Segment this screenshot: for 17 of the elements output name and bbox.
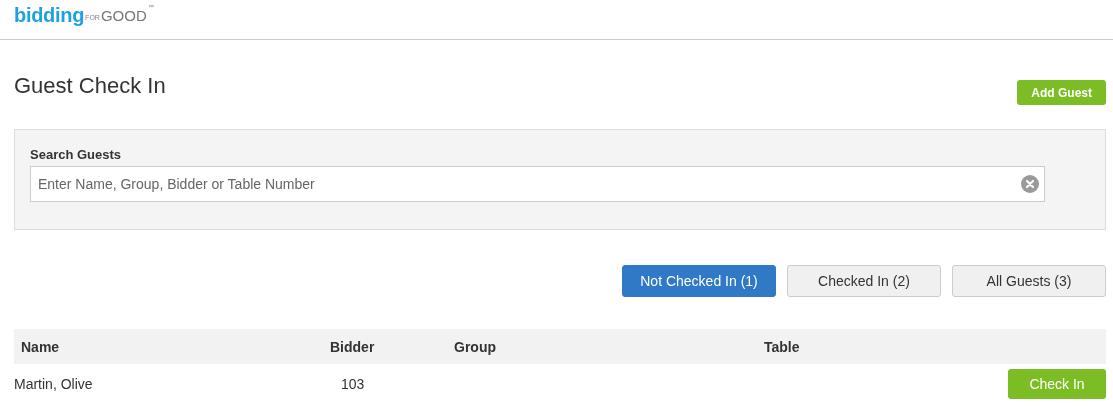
search-field[interactable]: Enter Name, Group, Bidder or Table Number [30,166,1045,202]
clear-icon[interactable] [1021,175,1039,193]
check-in-button[interactable]: Check In [1008,369,1106,399]
table-cell-text: 103 [340,376,366,392]
logo-wordmark: bidding [14,4,85,27]
search-label: Search Guests [30,147,123,162]
column-header: Name [20,338,61,355]
column-header: Bidder [330,338,376,355]
table-cell-text: Martin, Olive [14,376,94,392]
add-guest-button[interactable]: Add Guest [1017,80,1106,105]
filter-tab[interactable]: Not Checked In (1) [622,265,776,297]
page-title: Guest Check In [14,73,166,99]
logo-wordmark-end: GOOD [100,7,147,24]
filter-tab[interactable]: Checked In (2) [787,265,941,297]
filter-tab[interactable]: All Guests (3) [952,265,1106,297]
column-header: Table [763,338,801,355]
column-header: Group [453,338,497,355]
